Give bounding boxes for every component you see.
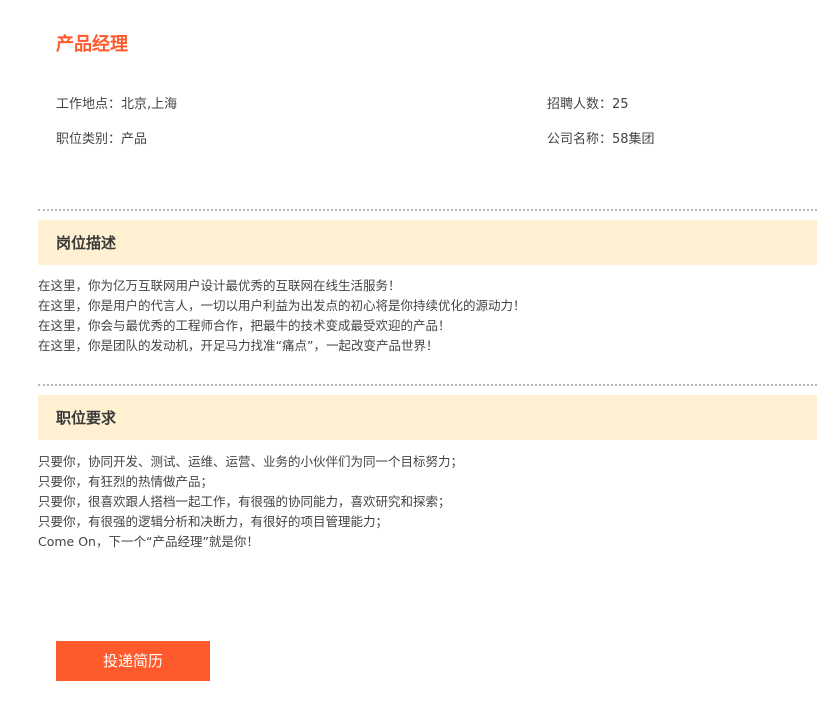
description-line: 在这里，你是用户的代言人，一切以用户利益为出发点的初心将是你持续优化的源动力！	[38, 298, 526, 313]
job-category: 职位类别：产品	[56, 132, 148, 147]
work-location: 工作地点：北京,上海	[56, 97, 178, 112]
submit-resume-button[interactable]: 投递简历	[56, 641, 210, 681]
headcount: 招聘人数：25	[547, 97, 629, 112]
company-name: 公司名称：58集团	[547, 132, 655, 147]
job-requirements-body: 只要你，协同开发、测试、运维、运营、业务的小伙伴们为同一个目标努力； 只要你，有…	[38, 452, 808, 552]
job-description-heading: 岗位描述	[56, 234, 117, 252]
job-requirements-heading: 职位要求	[56, 409, 117, 427]
job-description-header: 岗位描述	[38, 220, 817, 265]
job-detail-page: 产品经理 工作地点：北京,上海 招聘人数：25 职位类别：产品 公司名称：58集…	[0, 0, 817, 706]
description-line: 在这里，你是团队的发动机，开足马力找准“痛点”，一起改变产品世界！	[38, 338, 439, 353]
section-divider	[38, 384, 817, 386]
description-line: 在这里，你为亿万互联网用户设计最优秀的互联网在线生活服务！	[38, 278, 401, 293]
requirement-line: 只要你，有很强的逻辑分析和决断力，有很好的项目管理能力；	[38, 514, 389, 529]
requirement-line: 只要你，有狂烈的热情做产品；	[38, 474, 214, 489]
job-title: 产品经理	[56, 34, 128, 55]
requirement-line: Come On，下一个“产品经理”就是你！	[38, 534, 259, 549]
requirement-line: 只要你，很喜欢跟人搭档一起工作，有很强的协同能力，喜欢研究和探索；	[38, 494, 451, 509]
description-line: 在这里，你会与最优秀的工程师合作，把最牛的技术变成最受欢迎的产品！	[38, 318, 451, 333]
requirement-line: 只要你，协同开发、测试、运维、运营、业务的小伙伴们为同一个目标努力；	[38, 454, 464, 469]
job-requirements-header: 职位要求	[38, 395, 817, 440]
section-divider	[38, 209, 817, 211]
job-description-body: 在这里，你为亿万互联网用户设计最优秀的互联网在线生活服务！ 在这里，你是用户的代…	[38, 276, 808, 356]
